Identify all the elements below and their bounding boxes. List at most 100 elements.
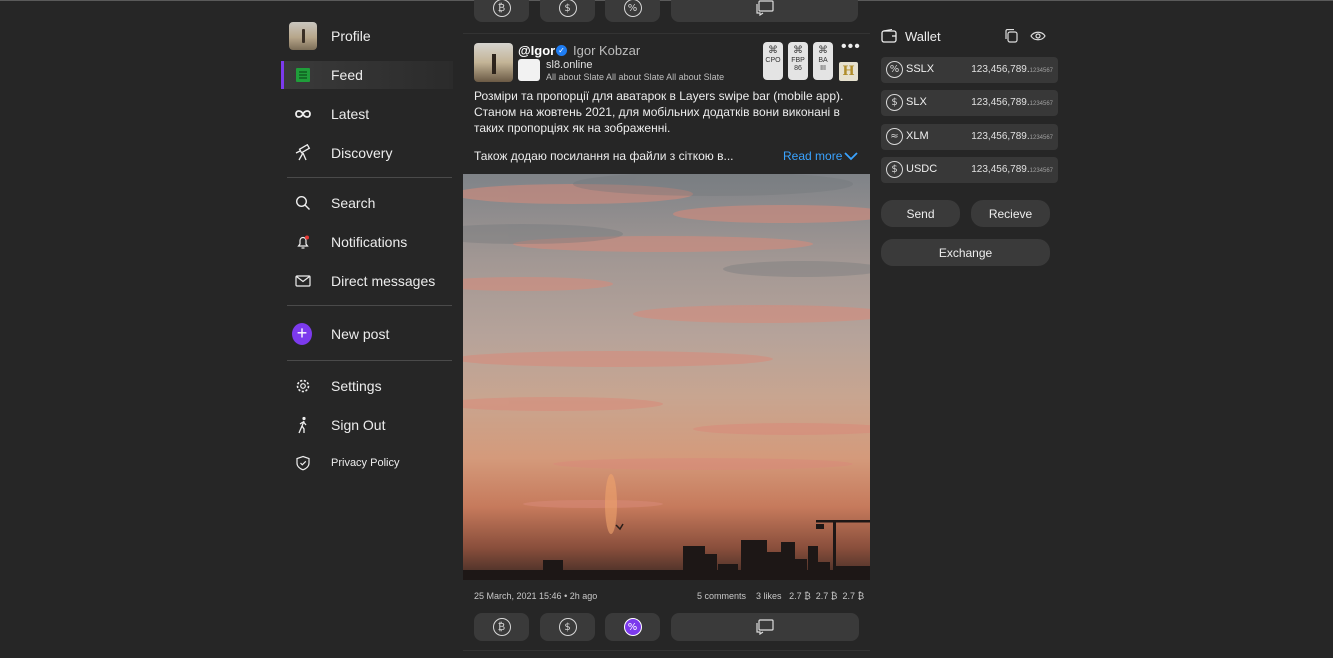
walking-person-icon — [293, 415, 313, 435]
wallet-coin-sslx[interactable]: % SSLX 123,456,789.1234567 — [881, 57, 1058, 83]
sidebar-item-label: Feed — [331, 67, 363, 83]
author-handle[interactable]: @Igor — [518, 43, 555, 58]
tip-amount: 2.7 ₿ — [815, 591, 838, 601]
slx-coin-icon: $ — [886, 94, 903, 111]
wallet-title: Wallet — [905, 29, 941, 44]
sidebar-item-label: Notifications — [331, 234, 408, 250]
comment-icon — [756, 619, 774, 635]
tip-btc-button[interactable]: ₿ — [474, 0, 529, 22]
sidebar-item-label: Latest — [331, 106, 370, 122]
bitcoin-coin-icon: ₿ — [492, 0, 511, 17]
profile-avatar — [289, 22, 317, 50]
sidebar-item-new-post[interactable]: + New post — [281, 320, 453, 348]
badge-label: BA — [818, 57, 828, 64]
send-button[interactable]: Send — [881, 200, 960, 227]
copy-icon[interactable] — [1003, 29, 1019, 43]
coin-balance-int: 123,456,789. — [971, 131, 1030, 142]
badge-fbp[interactable]: ⌘ FBP 86 — [788, 42, 808, 80]
sidebar-item-label: Privacy Policy — [331, 457, 400, 469]
coin-balance-int: 123,456,789. — [971, 64, 1030, 75]
sidebar-item-label: Search — [331, 195, 376, 211]
likes-count[interactable]: 3 likes — [756, 591, 782, 601]
coin-balance: 123,456,789.1234567 — [971, 97, 1053, 108]
post-stats: 5 comments 3 likes 2.7 ₿ 2.7 ₿ 2.7 ₿ — [697, 591, 864, 601]
badge-cpo[interactable]: ⌘ CPO — [763, 42, 783, 80]
sslx-coin-icon: % — [886, 61, 903, 78]
post-timestamp: 25 March, 2021 15:46 • 2h ago — [474, 591, 598, 601]
tip-slx-button[interactable]: $ — [540, 0, 595, 22]
bell-icon — [293, 232, 313, 252]
badge-label: FBP — [791, 57, 805, 64]
xlm-coin-icon: ≈ — [886, 128, 903, 145]
coin-balance: 123,456,789.1234567 — [971, 164, 1053, 175]
infinity-icon — [293, 104, 313, 124]
wallet-coin-usdc[interactable]: $ USDC 123,456,789.1234567 — [881, 157, 1058, 183]
sidebar-item-notifications[interactable]: Notifications — [281, 228, 453, 256]
sidebar-item-label: Settings — [331, 378, 382, 394]
sidebar-item-discovery[interactable]: Discovery — [281, 139, 453, 167]
sidebar-item-privacy-policy[interactable]: Privacy Policy — [281, 449, 453, 477]
site-description: All about Slate All about Slate All abou… — [546, 72, 725, 82]
coin-balance-int: 123,456,789. — [971, 164, 1030, 175]
receive-button[interactable]: Recieve — [971, 200, 1050, 227]
coin-balance: 123,456,789.1234567 — [971, 64, 1053, 75]
more-options-icon[interactable]: ••• — [841, 38, 861, 56]
badge-label: CPO — [765, 57, 781, 64]
author-full-name[interactable]: Igor Kobzar — [573, 43, 640, 58]
search-icon — [293, 193, 313, 213]
coin-balance-decimals: 1234567 — [1029, 101, 1053, 107]
post-text: Розміри та пропорції для аватарок в Laye… — [474, 89, 844, 135]
h-badge[interactable]: H — [839, 62, 858, 81]
tip-amount: 2.7 ₿ — [842, 591, 865, 601]
post-actions: ₿ $ % — [474, 613, 859, 641]
slx-coin-icon: $ — [558, 0, 577, 17]
clover-icon: ⌘ — [818, 45, 828, 56]
gear-icon — [293, 376, 313, 396]
sslx-coin-icon: % — [623, 0, 642, 17]
clover-icon: ⌘ — [793, 45, 803, 56]
mail-icon — [293, 271, 313, 291]
wallet-coin-slx[interactable]: $ SLX 123,456,789.1234567 — [881, 90, 1058, 116]
comment-button[interactable] — [671, 613, 859, 641]
chevron-down-icon[interactable] — [844, 150, 858, 162]
post-date: 25 March, 2021 15:46 — [474, 591, 562, 601]
tip-sslx-button[interactable]: % — [605, 613, 660, 641]
site-name[interactable]: sl8.online — [546, 59, 592, 71]
sidebar-item-direct-messages[interactable]: Direct messages — [281, 267, 453, 295]
comment-button[interactable] — [671, 0, 858, 22]
exchange-button[interactable]: Exchange — [881, 239, 1050, 266]
wallet-coin-xlm[interactable]: ≈ XLM 123,456,789.1234567 — [881, 124, 1058, 150]
sidebar-item-profile[interactable]: Profile — [281, 22, 453, 50]
sidebar-divider — [287, 177, 452, 178]
wallet-icon — [881, 29, 897, 43]
coin-balance-decimals: 1234567 — [1029, 68, 1053, 74]
author-avatar[interactable] — [474, 43, 513, 82]
sidebar-item-settings[interactable]: Settings — [281, 372, 453, 400]
badge-sub: 86 — [794, 65, 802, 72]
sslx-coin-icon: % — [623, 618, 642, 636]
post-text-continued: Також додаю посилання на файли з сіткою … — [474, 149, 734, 163]
sidebar-item-label: Discovery — [331, 145, 393, 161]
post-image[interactable] — [463, 174, 870, 580]
comment-icon — [755, 0, 774, 16]
coin-balance-int: 123,456,789. — [971, 97, 1030, 108]
tip-slx-button[interactable]: $ — [540, 613, 595, 641]
sidebar-item-sign-out[interactable]: Sign Out — [281, 411, 453, 439]
coin-name: USDC — [906, 163, 938, 175]
previous-post-actions: ₿ $ % — [474, 0, 859, 22]
sidebar-item-label: Profile — [331, 28, 371, 44]
tip-btc-button[interactable]: ₿ — [474, 613, 529, 641]
sidebar-item-search[interactable]: Search — [281, 189, 453, 217]
coin-name: SSLX — [906, 63, 935, 75]
comments-count[interactable]: 5 comments — [697, 591, 746, 601]
sidebar-divider — [287, 360, 452, 361]
slx-coin-icon: $ — [558, 618, 577, 636]
sidebar-item-latest[interactable]: Latest — [281, 100, 453, 128]
read-more-link[interactable]: Read more — [783, 149, 842, 163]
badge-ba[interactable]: ⌘ BA III — [813, 42, 833, 80]
eye-icon[interactable] — [1030, 29, 1046, 43]
clover-icon: ⌘ — [768, 45, 778, 56]
sidebar-item-label: Sign Out — [331, 417, 386, 433]
tip-sslx-button[interactable]: % — [605, 0, 660, 22]
sidebar-item-feed[interactable]: Feed — [281, 61, 453, 89]
